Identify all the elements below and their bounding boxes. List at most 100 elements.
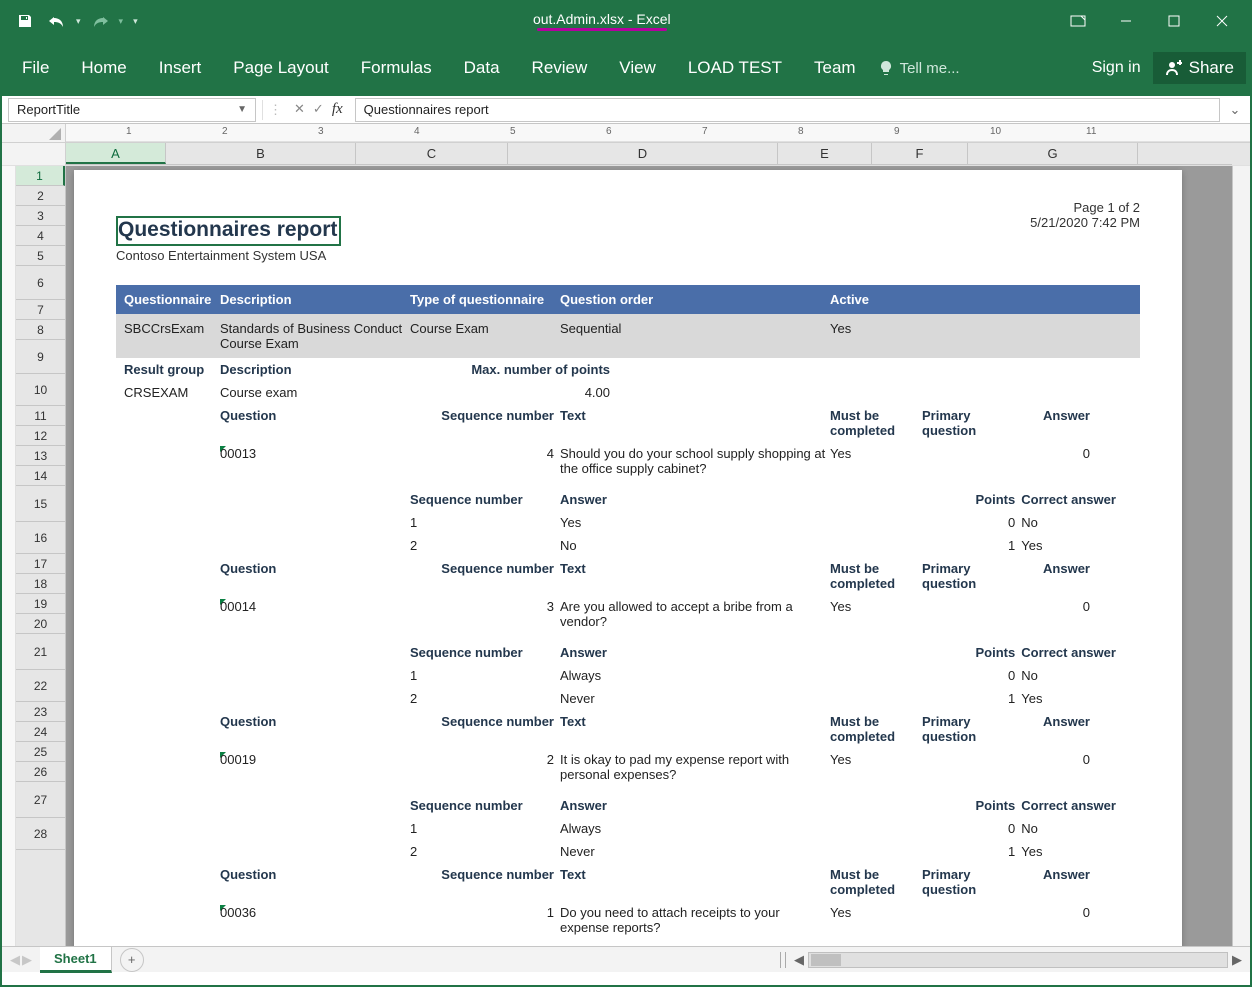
question-row: 00014 3Are you allowed to accept a bribe… [116, 595, 1140, 633]
row-header-16[interactable]: 16 [16, 522, 65, 554]
horizontal-ruler: 1234567891011 [2, 124, 1250, 143]
question-row: 00013 4Should you do your school supply … [116, 442, 1140, 480]
cancel-formula-icon[interactable]: ✕ [294, 101, 305, 118]
redo-split-icon[interactable]: ▾ [119, 16, 124, 27]
maximize-icon[interactable] [1152, 6, 1196, 36]
worksheet-area[interactable]: Page 1 of 2 5/21/2020 7:42 PM Questionna… [66, 166, 1232, 946]
row-header-14[interactable]: 14 [16, 466, 65, 486]
vertical-ruler [2, 166, 16, 946]
hscroll-left-icon[interactable]: ◀ [794, 952, 804, 968]
row-header-26[interactable]: 26 [16, 762, 65, 782]
sheet-tab-sheet1[interactable]: Sheet1 [40, 947, 112, 973]
row-header-10[interactable]: 10 [16, 374, 65, 406]
redo-icon[interactable] [87, 8, 113, 34]
question-header: Question Sequence numberText Must be com… [116, 863, 1140, 901]
tab-loadtest[interactable]: LOAD TEST [672, 48, 798, 88]
minimize-icon[interactable] [1104, 6, 1148, 36]
tab-team[interactable]: Team [798, 48, 872, 88]
namebox-options-icon[interactable]: ⋮ [269, 102, 282, 118]
row-header-6[interactable]: 6 [16, 266, 65, 300]
column-header-b[interactable]: B [166, 143, 356, 164]
ribbon-display-icon[interactable] [1056, 6, 1100, 36]
row-header-18[interactable]: 18 [16, 574, 65, 594]
undo-icon[interactable] [44, 8, 70, 34]
page-number-label: Page 1 of 2 [1030, 200, 1140, 215]
column-header-e[interactable]: E [778, 143, 872, 164]
row-header-12[interactable]: 12 [16, 426, 65, 446]
row-header-7[interactable]: 7 [16, 300, 65, 320]
column-headers: ABCDEFG [2, 143, 1250, 165]
row-header-25[interactable]: 25 [16, 742, 65, 762]
tab-file[interactable]: File [6, 48, 65, 88]
column-header-c[interactable]: C [356, 143, 508, 164]
share-button[interactable]: Share [1153, 52, 1246, 84]
chevron-down-icon[interactable]: ▼ [237, 104, 247, 115]
close-icon[interactable] [1200, 6, 1244, 36]
expand-formula-bar-icon[interactable]: ⌄ [1226, 102, 1244, 118]
row-header-13[interactable]: 13 [16, 446, 65, 466]
row-header-19[interactable]: 19 [16, 594, 65, 614]
enter-formula-icon[interactable]: ✓ [313, 101, 324, 118]
page-preview: Page 1 of 2 5/21/2020 7:42 PM Questionna… [74, 170, 1182, 946]
qat-customize-icon[interactable]: ▾ [133, 16, 138, 27]
row-header-24[interactable]: 24 [16, 722, 65, 742]
name-box[interactable]: ReportTitle▼ [8, 98, 256, 122]
window-title: out.Admin.xlsx - Excel [148, 11, 1056, 31]
row-header-15[interactable]: 15 [16, 486, 65, 522]
question-row: 00019 2It is okay to pad my expense repo… [116, 748, 1140, 786]
row-header-27[interactable]: 27 [16, 782, 65, 818]
tell-me-search[interactable]: Tell me... [878, 60, 960, 77]
question-header: Question Sequence numberText Must be com… [116, 557, 1140, 595]
column-header-f[interactable]: F [872, 143, 968, 164]
column-header-a[interactable]: A [66, 143, 166, 164]
tab-scroll-left-icon[interactable]: ◀ [10, 952, 20, 968]
vertical-scrollbar[interactable] [1232, 166, 1250, 946]
row-header-1[interactable]: 1 [16, 166, 65, 186]
answer-row: 2No 1Yes [116, 534, 1140, 557]
column-header-g[interactable]: G [968, 143, 1138, 164]
answer-row: 2Never 1Yes [116, 687, 1140, 710]
tab-scroll-right-icon[interactable]: ▶ [22, 952, 32, 968]
questionnaire-header: Questionnaire Description Type of questi… [116, 285, 1140, 314]
title-bar: ▾ ▾ ▾ out.Admin.xlsx - Excel [2, 2, 1250, 40]
hscroll-right-icon[interactable]: ▶ [1232, 952, 1242, 968]
active-cell[interactable]: Questionnaires report [116, 216, 341, 246]
undo-split-icon[interactable]: ▾ [76, 16, 81, 27]
answer-header: Sequence numberAnswer PointsCorrect answ… [116, 488, 1140, 511]
row-header-23[interactable]: 23 [16, 702, 65, 722]
row-header-28[interactable]: 28 [16, 818, 65, 850]
row-header-8[interactable]: 8 [16, 320, 65, 340]
row-header-17[interactable]: 17 [16, 554, 65, 574]
row-header-21[interactable]: 21 [16, 634, 65, 670]
report-subtitle: Contoso Entertainment System USA [116, 248, 1140, 263]
formula-input[interactable]: Questionnaires report [355, 98, 1220, 122]
tab-insert[interactable]: Insert [143, 48, 218, 88]
formula-bar: ReportTitle▼ ⋮ ✕ ✓ fx Questionnaires rep… [2, 96, 1250, 124]
row-header-11[interactable]: 11 [16, 406, 65, 426]
row-header-22[interactable]: 22 [16, 670, 65, 702]
answer-header: Sequence numberAnswer PointsCorrect answ… [116, 641, 1140, 664]
lightbulb-icon [878, 60, 894, 76]
tab-formulas[interactable]: Formulas [345, 48, 448, 88]
sign-in-button[interactable]: Sign in [1080, 59, 1153, 77]
horizontal-scrollbar[interactable] [808, 952, 1228, 968]
new-sheet-button[interactable]: + [120, 948, 144, 972]
row-header-3[interactable]: 3 [16, 206, 65, 226]
row-header-5[interactable]: 5 [16, 246, 65, 266]
row-header-4[interactable]: 4 [16, 226, 65, 246]
tab-split-handle[interactable] [780, 952, 786, 968]
answer-row: 1Always 0No [116, 664, 1140, 687]
tab-review[interactable]: Review [516, 48, 604, 88]
save-icon[interactable] [12, 8, 38, 34]
row-header-2[interactable]: 2 [16, 186, 65, 206]
tab-page-layout[interactable]: Page Layout [217, 48, 344, 88]
tab-home[interactable]: Home [65, 48, 142, 88]
quick-access-toolbar: ▾ ▾ ▾ [2, 8, 148, 34]
answer-row: 2Never 1Yes [116, 840, 1140, 863]
row-header-9[interactable]: 9 [16, 340, 65, 374]
tab-data[interactable]: Data [448, 48, 516, 88]
column-header-d[interactable]: D [508, 143, 778, 164]
fx-icon[interactable]: fx [332, 101, 343, 118]
row-header-20[interactable]: 20 [16, 614, 65, 634]
tab-view[interactable]: View [603, 48, 672, 88]
